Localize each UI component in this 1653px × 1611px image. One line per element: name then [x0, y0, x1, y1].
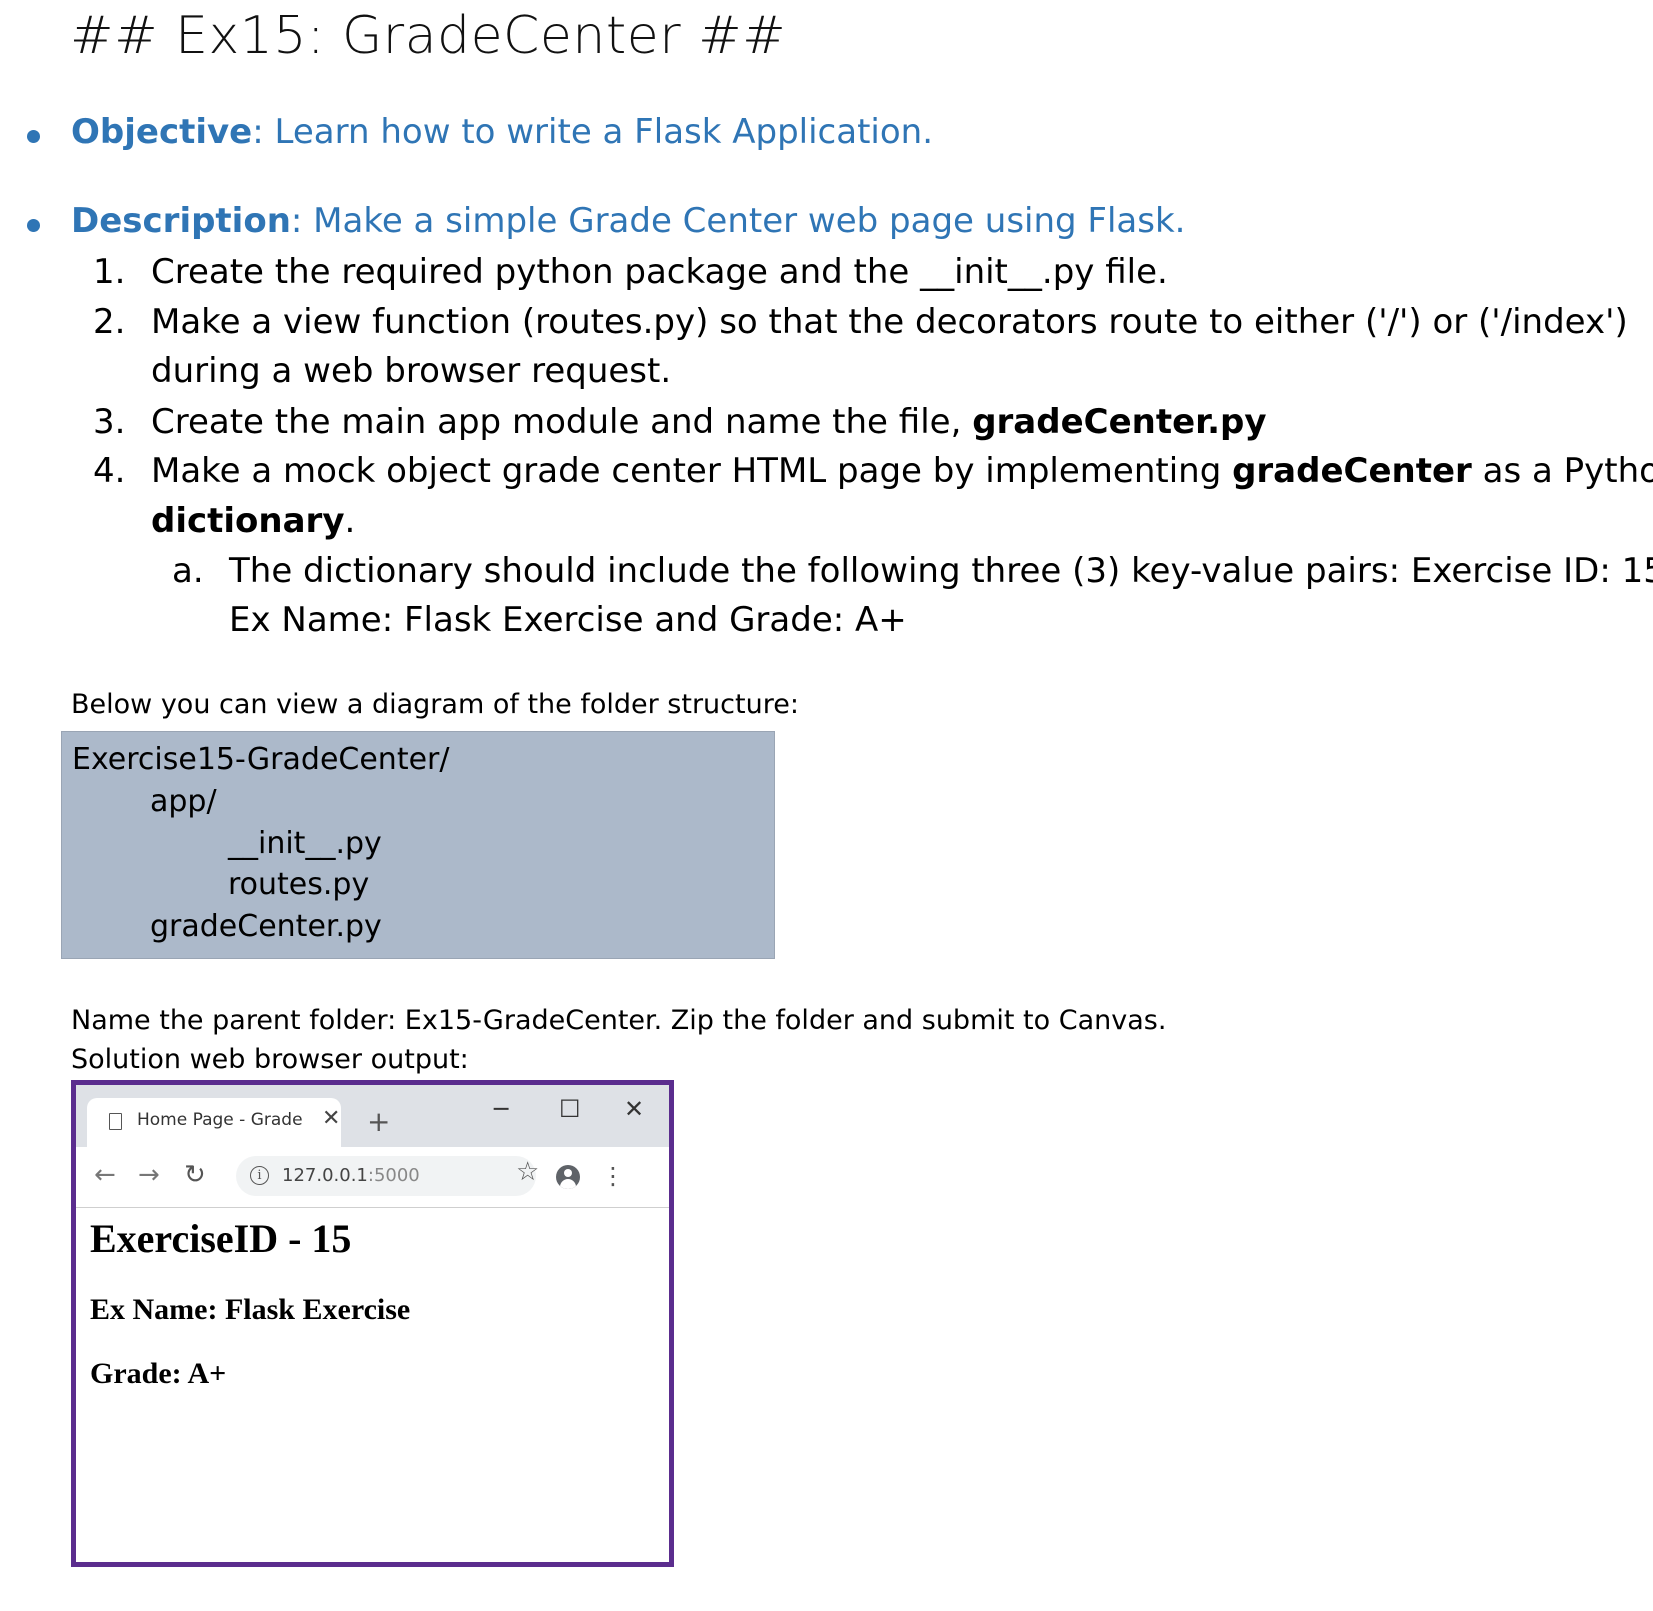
step-4-period: . [344, 501, 356, 541]
page-title: ## Ex15: GradeCenter ## [70, 6, 787, 66]
browser-toolbar: ← → ↻ i 127.0.0.1:5000 ☆ ⋮ [76, 1147, 669, 1208]
file-gradecenter: gradeCenter.py [150, 909, 382, 944]
step-1-num: 1. [93, 252, 126, 292]
substep-text-cont: Ex Name: Flask Exercise and Grade: A+ [229, 600, 907, 640]
step-4-plain-b: as a Python [1482, 451, 1653, 491]
new-tab-icon[interactable]: + [367, 1108, 390, 1136]
exercise-heading: ExerciseID - 15 [90, 1216, 352, 1261]
browser-tab[interactable]: Home Page - Grade Center ✕ [87, 1098, 341, 1147]
minimize-icon[interactable]: ─ [494, 1097, 508, 1121]
exercise-grade: Grade: A+ [90, 1357, 227, 1390]
step-3-text: Create the main app module and name the … [151, 402, 1267, 442]
step-2-text: Make a view function (routes.py) so that… [151, 302, 1628, 342]
step-3-plain: Create the main app module and name the … [151, 402, 973, 442]
step-3-filename: gradeCenter.py [972, 402, 1267, 442]
browser-window: Home Page - Grade Center ✕ + ─ ☐ ✕ ← → ↻… [71, 1080, 674, 1567]
url-host: 127.0.0.1 [282, 1165, 368, 1186]
folder-intro: Below you can view a diagram of the fold… [71, 689, 799, 720]
step-1-text: Create the required python package and t… [151, 252, 1168, 292]
step-2-text-cont: during a web browser request. [151, 351, 672, 391]
step-4-bold-2: dictionary [151, 501, 345, 541]
solution-label: Solution web browser output: [71, 1044, 469, 1075]
profile-avatar-icon[interactable] [556, 1165, 580, 1189]
bullet-objective [27, 130, 40, 143]
step-3-num: 3. [93, 402, 126, 442]
step-4-num: 4. [93, 451, 126, 491]
back-icon[interactable]: ← [94, 1162, 116, 1188]
parent-folder-note: Name the parent folder: Ex15-GradeCenter… [71, 1005, 1167, 1036]
close-window-icon[interactable]: ✕ [624, 1097, 644, 1121]
info-icon: i [250, 1166, 269, 1185]
exercise-name: Ex Name: Flask Exercise [90, 1293, 411, 1326]
substep-label: a. [172, 551, 204, 591]
objective-text: : Learn how to write a Flask Application… [252, 112, 934, 152]
file-routes: routes.py [228, 867, 370, 902]
maximize-icon[interactable]: ☐ [559, 1097, 581, 1121]
step-4-bold: gradeCenter [1232, 451, 1472, 491]
step-4-plain: Make a mock object grade center HTML pag… [151, 451, 1233, 491]
folder-structure-box: Exercise15-GradeCenter/ app/ __init__.py… [61, 731, 775, 959]
page-icon [109, 1113, 122, 1130]
file-init: __init__.py [228, 826, 382, 861]
description-text: : Make a simple Grade Center web page us… [290, 201, 1186, 241]
description-line: Description: Make a simple Grade Center … [71, 201, 1185, 241]
menu-kebab-icon[interactable]: ⋮ [601, 1164, 625, 1188]
folder-app: app/ [150, 784, 217, 819]
url-port: :5000 [367, 1165, 420, 1186]
tab-close-icon[interactable]: ✕ [322, 1106, 340, 1131]
bookmark-star-icon[interactable]: ☆ [516, 1159, 539, 1185]
address-url: 127.0.0.1:5000 [282, 1165, 420, 1186]
step-4-text: Make a mock object grade center HTML pag… [151, 451, 1653, 491]
bullet-description [27, 219, 40, 232]
tab-title: Home Page - Grade Center [137, 1110, 307, 1130]
step-2-num: 2. [93, 302, 126, 342]
objective-label: Objective [71, 112, 253, 152]
step-4-text-cont: dictionary. [151, 501, 355, 541]
folder-root: Exercise15-GradeCenter/ [72, 742, 450, 777]
reload-icon[interactable]: ↻ [184, 1162, 206, 1188]
address-bar[interactable]: i 127.0.0.1:5000 [236, 1156, 536, 1196]
tab-strip: Home Page - Grade Center ✕ + ─ ☐ ✕ [76, 1085, 669, 1147]
forward-icon[interactable]: → [138, 1162, 160, 1188]
objective-line: Objective: Learn how to write a Flask Ap… [71, 112, 933, 152]
substep-text: The dictionary should include the follow… [229, 551, 1653, 591]
description-label: Description [71, 201, 291, 241]
